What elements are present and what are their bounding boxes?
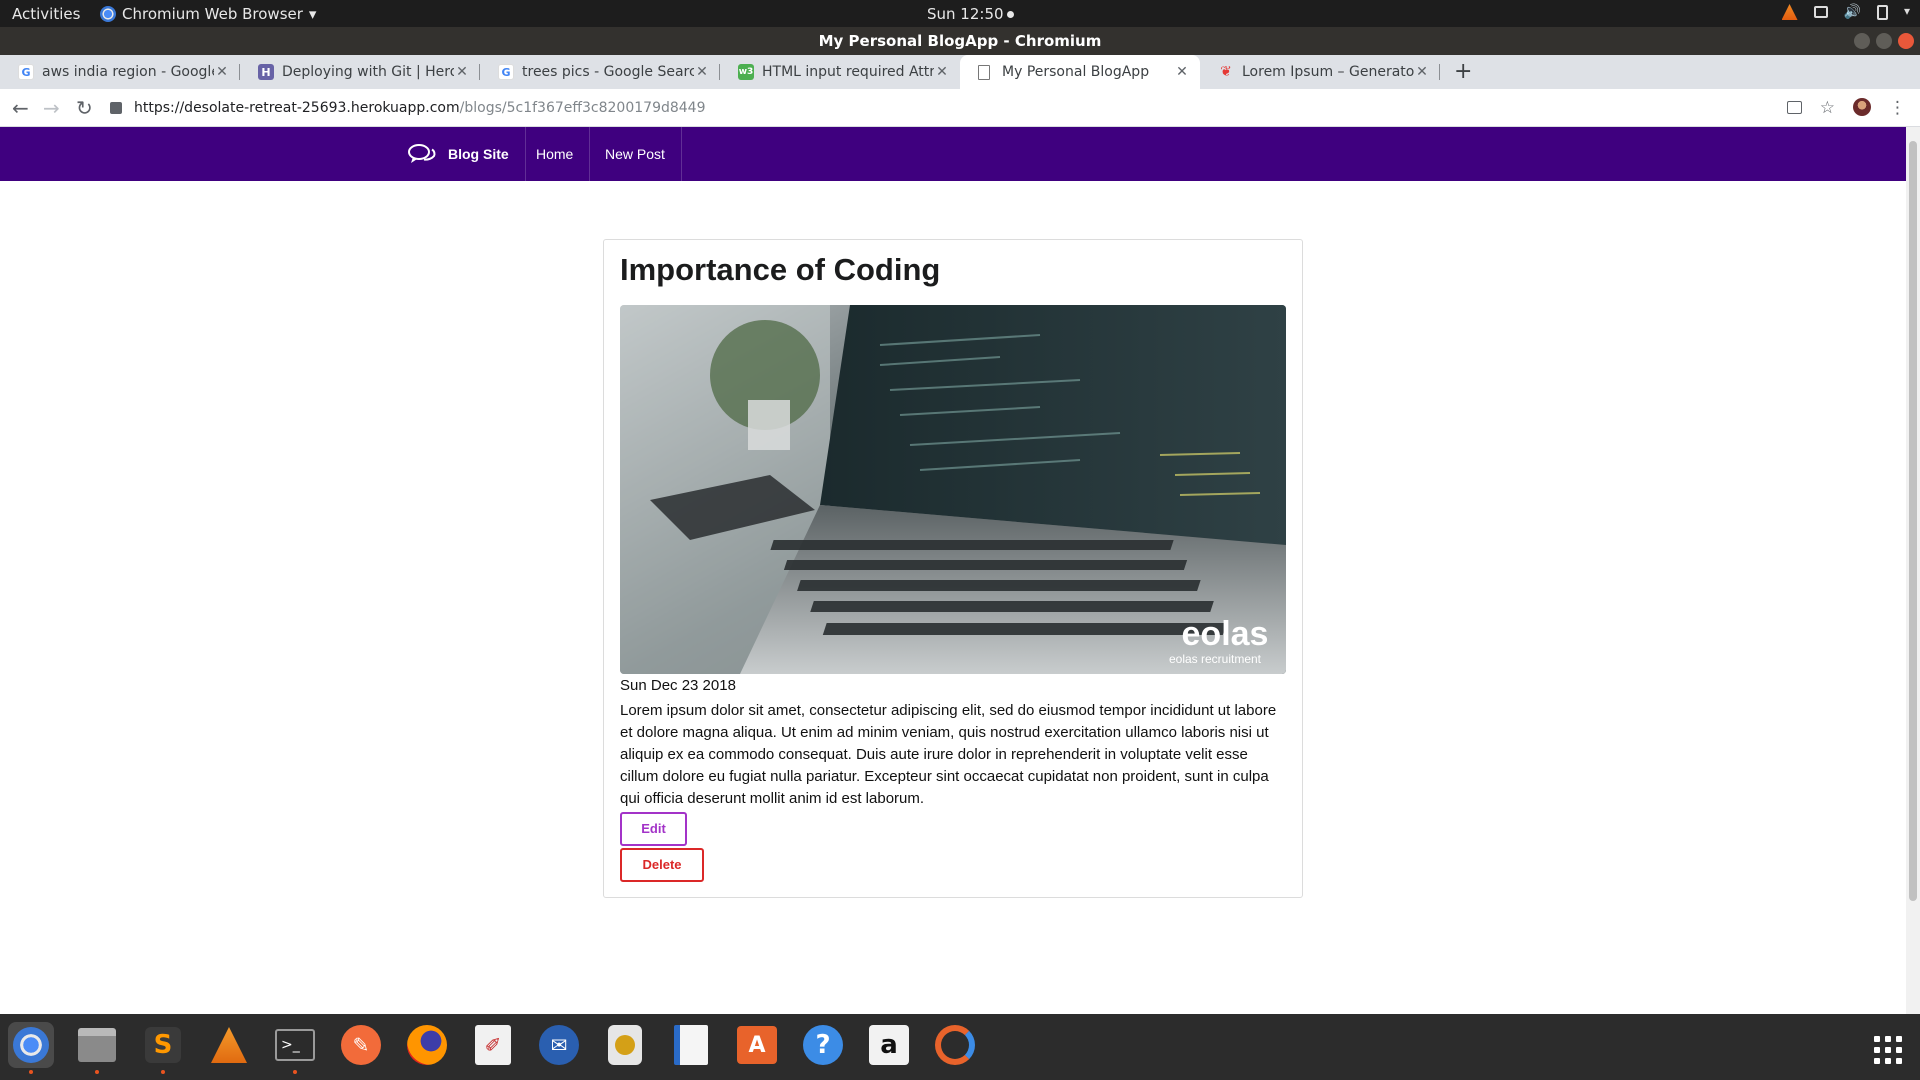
tab[interactable]: ❦ Lorem Ipsum – Generator ✕: [1200, 55, 1440, 89]
post-image: eolas eolas recruitment: [620, 305, 1286, 674]
network-icon[interactable]: [1813, 6, 1828, 18]
files-icon[interactable]: [74, 1022, 120, 1074]
tab[interactable]: G trees pics - Google Search ✕: [480, 55, 720, 89]
window-controls: [1854, 33, 1914, 49]
chevron-down-icon: ▾: [308, 5, 317, 23]
google-icon: G: [18, 64, 34, 80]
post-date: Sun Dec 23 2018: [620, 677, 736, 694]
show-applications-icon[interactable]: [1874, 1036, 1902, 1064]
tab-title: HTML input required Attribute: [762, 64, 934, 80]
amazon-icon[interactable]: a: [866, 1022, 912, 1068]
heroku-icon: H: [258, 64, 274, 80]
sublime-text-icon[interactable]: S: [140, 1022, 186, 1074]
chromium-icon[interactable]: [8, 1022, 54, 1074]
ubuntu-dock: S >_ ✎ ✐ ✉ A ? a: [0, 1014, 1920, 1080]
writer-icon[interactable]: [668, 1022, 714, 1068]
blog-post-card: Importance of Coding eolas eolas recruit…: [603, 239, 1303, 898]
close-tab-icon[interactable]: ✕: [214, 64, 230, 80]
forward-arrow-icon[interactable]: →: [43, 96, 60, 120]
terminal-icon[interactable]: >_: [272, 1022, 318, 1074]
postman-icon[interactable]: ✎: [338, 1022, 384, 1068]
new-tab-button[interactable]: +: [1454, 59, 1472, 84]
tab-title: Lorem Ipsum – Generator: [1242, 64, 1414, 80]
tab-active[interactable]: My Personal BlogApp ✕: [960, 55, 1200, 89]
translate-icon[interactable]: [1786, 100, 1802, 114]
help-icon[interactable]: ?: [800, 1022, 846, 1068]
nav-new-post-link[interactable]: New Post: [589, 127, 682, 181]
lipsum-icon: ❦: [1220, 64, 1232, 80]
url-host: https://desolate-retreat-25693.herokuapp…: [134, 100, 460, 116]
clock[interactable]: Sun 12:50: [927, 5, 1014, 23]
app-menu-label: Chromium Web Browser: [122, 5, 303, 23]
toolbar-actions: ☆ ⋮: [1786, 98, 1906, 118]
vlc-icon[interactable]: [206, 1022, 252, 1068]
chat-bubbles-icon: [408, 144, 436, 163]
url-path: /blogs/5c1f367eff3c8200179d8449: [459, 100, 706, 116]
battery-icon[interactable]: [1876, 4, 1888, 20]
bookmark-star-icon[interactable]: ☆: [1820, 98, 1835, 118]
scrollbar-thumb[interactable]: [1909, 141, 1917, 901]
close-tab-icon[interactable]: ✕: [454, 64, 470, 80]
lock-icon[interactable]: [110, 102, 122, 114]
software-center-icon[interactable]: A: [734, 1022, 780, 1068]
w3schools-icon: w3: [738, 64, 754, 80]
firefox-icon[interactable]: [404, 1022, 450, 1068]
reload-icon[interactable]: ↻: [76, 96, 93, 120]
tab[interactable]: G aws india region - Google ✕: [0, 55, 240, 89]
minimize-icon[interactable]: [1854, 33, 1870, 49]
post-title: Importance of Coding: [620, 252, 941, 287]
google-icon: G: [498, 64, 514, 80]
system-tray[interactable]: 🔊 ▾: [1781, 4, 1910, 20]
close-tab-icon[interactable]: ✕: [1174, 64, 1190, 80]
tab-title: Deploying with Git | Heroku: [282, 64, 454, 80]
page-icon: [978, 64, 990, 80]
page-scrollbar[interactable]: [1906, 127, 1920, 1014]
menu-dots-icon[interactable]: ⋮: [1889, 98, 1906, 118]
site-navbar: Blog Site Home New Post: [0, 127, 1906, 181]
post-body: Lorem ipsum dolor sit amet, consectetur …: [620, 702, 1277, 807]
browser-toolbar: ← → ↻ https://desolate-retreat-25693.her…: [0, 89, 1920, 127]
chromium-icon: [100, 6, 116, 22]
vlc-tray-icon[interactable]: [1781, 4, 1798, 20]
tab[interactable]: H Deploying with Git | Heroku ✕: [240, 55, 480, 89]
clock-label: Sun 12:50: [927, 5, 1004, 23]
rhythmbox-icon[interactable]: [602, 1022, 648, 1068]
back-arrow-icon[interactable]: ←: [12, 96, 29, 120]
tab-strip: G aws india region - Google ✕ H Deployin…: [0, 55, 1920, 89]
eolas-caption: eolas recruitment: [1169, 652, 1262, 666]
volume-icon[interactable]: 🔊: [1844, 4, 1861, 20]
close-tab-icon[interactable]: ✕: [1414, 64, 1430, 80]
eolas-logo: eolas: [1182, 615, 1269, 653]
activities-button[interactable]: Activities: [12, 5, 80, 23]
brand-link[interactable]: Blog Site: [408, 127, 526, 181]
profile-avatar[interactable]: [1853, 98, 1871, 116]
tab[interactable]: w3 HTML input required Attribute ✕: [720, 55, 960, 89]
page-viewport: Blog Site Home New Post Importance of Co…: [0, 127, 1906, 1014]
tab-title: My Personal BlogApp: [1002, 64, 1150, 80]
tab-title: trees pics - Google Search: [522, 64, 694, 80]
system-top-bar: Activities Chromium Web Browser ▾ Sun 12…: [0, 0, 1920, 27]
nav-home-link[interactable]: Home: [520, 127, 591, 181]
close-tab-icon[interactable]: ✕: [934, 64, 950, 80]
tab-title: aws india region - Google: [42, 64, 214, 80]
brand-label: Blog Site: [448, 146, 509, 162]
document-viewer-icon[interactable]: ✐: [470, 1022, 516, 1068]
window-title: My Personal BlogApp - Chromium: [818, 32, 1102, 50]
app-menu[interactable]: Chromium Web Browser ▾: [100, 5, 316, 23]
update-icon[interactable]: [932, 1022, 978, 1068]
edit-button[interactable]: Edit: [620, 812, 687, 846]
window-title-bar: My Personal BlogApp - Chromium: [0, 27, 1920, 55]
delete-button[interactable]: Delete: [620, 848, 704, 882]
address-bar[interactable]: https://desolate-retreat-25693.herokuapp…: [110, 93, 1770, 123]
close-tab-icon[interactable]: ✕: [694, 64, 710, 80]
notification-dot-icon: [1006, 11, 1014, 18]
laptop-photo: eolas eolas recruitment: [620, 305, 1286, 674]
close-icon[interactable]: [1898, 33, 1914, 49]
maximize-icon[interactable]: [1876, 33, 1892, 49]
power-menu-icon[interactable]: ▾: [1904, 4, 1910, 20]
thunderbird-icon[interactable]: ✉: [536, 1022, 582, 1068]
